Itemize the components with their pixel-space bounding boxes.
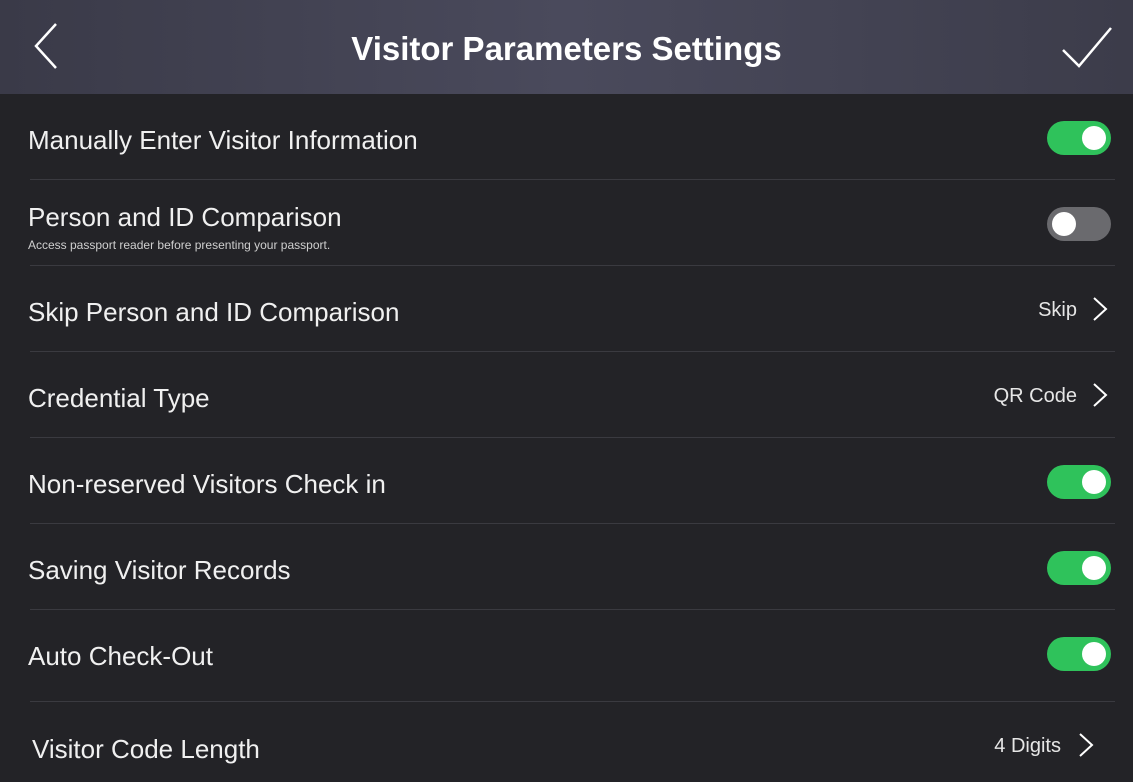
- toggle-knob: [1082, 642, 1106, 666]
- setting-label: Saving Visitor Records: [28, 555, 291, 585]
- setting-label: Auto Check-Out: [28, 641, 213, 671]
- setting-non-reserved-checkin[interactable]: Non-reserved Visitors Check in: [0, 438, 1133, 524]
- checkmark-icon: [1062, 27, 1112, 68]
- setting-label: Skip Person and ID Comparison: [28, 297, 400, 327]
- setting-auto-checkout[interactable]: Auto Check-Out: [0, 610, 1133, 702]
- chevron-right-icon: [1093, 297, 1108, 321]
- setting-label: Visitor Code Length: [32, 734, 260, 764]
- chevron-right-icon: [1093, 383, 1108, 407]
- setting-value: Skip: [1038, 299, 1077, 321]
- non-reserved-checkin-toggle[interactable]: [1047, 465, 1111, 499]
- setting-credential-type[interactable]: Credential Type QR Code: [0, 352, 1133, 438]
- title-bar: Visitor Parameters Settings: [0, 0, 1133, 94]
- settings-list: Manually Enter Visitor Information Perso…: [0, 94, 1133, 782]
- setting-label: Credential Type: [28, 383, 210, 413]
- toggle-knob: [1082, 470, 1106, 494]
- setting-visitor-code-length[interactable]: Visitor Code Length 4 Digits: [0, 702, 1133, 782]
- saving-records-toggle[interactable]: [1047, 551, 1111, 585]
- confirm-button[interactable]: [1059, 20, 1115, 76]
- chevron-right-icon: [1079, 733, 1094, 757]
- setting-value: QR Code: [993, 385, 1077, 407]
- page-title: Visitor Parameters Settings: [351, 30, 782, 67]
- setting-label: Person and ID Comparison: [28, 202, 342, 232]
- setting-skip-comparison[interactable]: Skip Person and ID Comparison Skip: [0, 266, 1133, 352]
- toggle-knob: [1052, 212, 1076, 236]
- setting-label: Manually Enter Visitor Information: [28, 125, 418, 155]
- settings-screen: Visitor Parameters Settings Manually Ent…: [0, 0, 1133, 782]
- setting-value: 4 Digits: [994, 735, 1061, 757]
- auto-checkout-toggle[interactable]: [1047, 637, 1111, 671]
- person-id-comparison-toggle[interactable]: [1047, 207, 1111, 241]
- setting-hint: Access passport reader before presenting…: [28, 238, 331, 252]
- manual-entry-toggle[interactable]: [1047, 121, 1111, 155]
- toggle-knob: [1082, 556, 1106, 580]
- setting-saving-records[interactable]: Saving Visitor Records: [0, 524, 1133, 610]
- setting-person-id-comparison[interactable]: Person and ID Comparison Access passport…: [0, 180, 1133, 266]
- setting-manual-entry[interactable]: Manually Enter Visitor Information: [0, 94, 1133, 180]
- toggle-knob: [1082, 126, 1106, 150]
- setting-label: Non-reserved Visitors Check in: [28, 469, 386, 499]
